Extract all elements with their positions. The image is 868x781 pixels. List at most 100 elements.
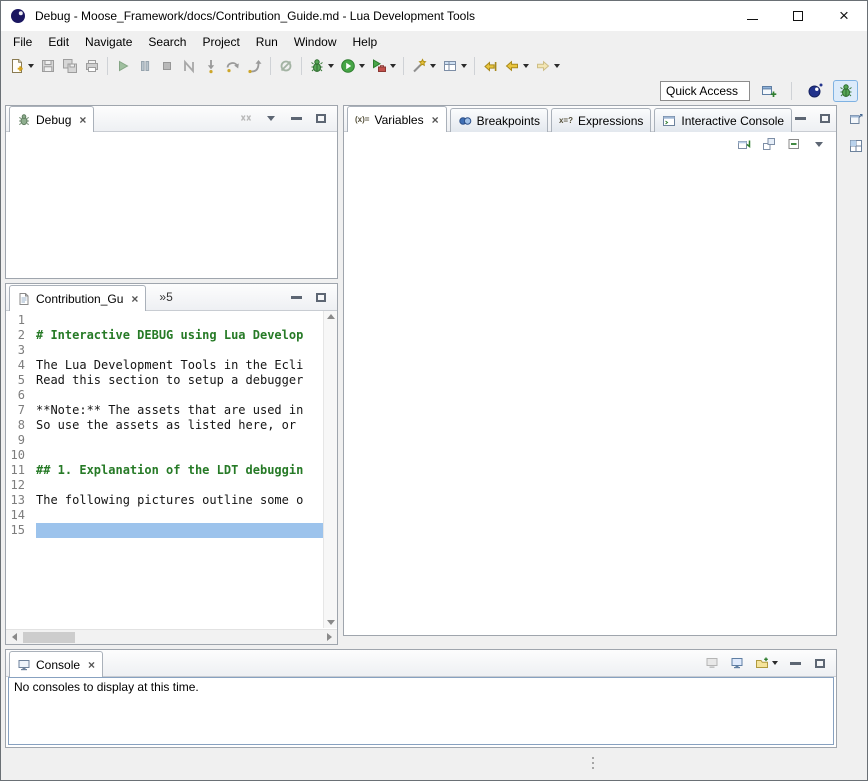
menu-edit[interactable]: Edit: [40, 32, 77, 52]
line-number: 13: [6, 493, 36, 508]
code-line[interactable]: 11## 1. Explanation of the LDT debuggin: [6, 463, 323, 478]
close-tab-icon[interactable]: ×: [131, 294, 138, 304]
code-area[interactable]: 1 2# Interactive DEBUG using Lua Develop…: [6, 311, 323, 628]
close-window-button[interactable]: ×: [821, 1, 867, 31]
code-line[interactable]: 1: [6, 313, 323, 328]
code-line[interactable]: 7**Note:** The assets that are used in: [6, 403, 323, 418]
code-line[interactable]: 3: [6, 343, 323, 358]
collapse-all-button[interactable]: [786, 136, 802, 152]
save-all-button[interactable]: [60, 56, 80, 76]
show-type-names-button[interactable]: [736, 136, 752, 152]
line-text: [36, 508, 323, 523]
step-over-button[interactable]: [223, 56, 243, 76]
close-tab-icon[interactable]: ×: [79, 115, 86, 125]
open-console-button[interactable]: [754, 655, 778, 671]
new-button[interactable]: [7, 56, 36, 76]
scroll-right-button[interactable]: [321, 633, 337, 641]
step-return-button[interactable]: [245, 56, 265, 76]
forward-button[interactable]: [533, 56, 562, 76]
minimize-window-button[interactable]: [729, 1, 775, 31]
display-selected-console-button[interactable]: [729, 655, 745, 671]
code-line[interactable]: 12: [6, 478, 323, 493]
menu-file[interactable]: File: [5, 32, 40, 52]
tab-label: Interactive Console: [681, 114, 784, 128]
remove-all-terminated-button[interactable]: [238, 110, 254, 126]
maximize-view-button[interactable]: [313, 110, 329, 126]
tab-expressions[interactable]: x=? Expressions: [551, 108, 651, 132]
code-line[interactable]: 14: [6, 508, 323, 523]
view-menu-button[interactable]: [811, 136, 827, 152]
code-line[interactable]: 4The Lua Development Tools in the Ecli: [6, 358, 323, 373]
scrollbar-thumb[interactable]: [23, 632, 75, 643]
terminate-button[interactable]: [157, 56, 177, 76]
maximize-icon: [316, 293, 326, 302]
tab-contribution-guide[interactable]: Contribution_Gu ×: [9, 285, 146, 311]
debug-perspective-button[interactable]: [833, 80, 858, 102]
tab-console[interactable]: Console ×: [9, 651, 103, 677]
maximize-window-button[interactable]: [775, 1, 821, 31]
code-line[interactable]: 13The following pictures outline some o: [6, 493, 323, 508]
open-task-button[interactable]: [440, 56, 469, 76]
suspend-button[interactable]: [135, 56, 155, 76]
maximize-view-button[interactable]: [812, 655, 828, 671]
code-line[interactable]: 2# Interactive DEBUG using Lua Develop: [6, 328, 323, 343]
skip-all-breakpoints-button[interactable]: [276, 56, 296, 76]
variables-content[interactable]: [344, 156, 836, 635]
minimize-view-button[interactable]: [288, 289, 304, 305]
hidden-editors-chevron[interactable]: »5: [154, 288, 177, 306]
tab-debug[interactable]: Debug ×: [9, 106, 94, 132]
maximize-view-button[interactable]: [313, 289, 329, 305]
code-line[interactable]: 8So use the assets as listed here, or: [6, 418, 323, 433]
restore-views-button[interactable]: [846, 109, 866, 129]
console-content[interactable]: No consoles to display at this time.: [8, 677, 834, 745]
minimized-view-grid-button[interactable]: [846, 136, 866, 156]
close-tab-icon[interactable]: ×: [88, 660, 95, 670]
maximize-view-button[interactable]: [817, 110, 833, 126]
line-text: [36, 388, 323, 403]
minimize-view-button[interactable]: [792, 110, 808, 126]
code-line[interactable]: 5Read this section to setup a debugger: [6, 373, 323, 388]
menu-window[interactable]: Window: [286, 32, 345, 52]
show-logical-structure-button[interactable]: [761, 136, 777, 152]
status-bar-sash-handle[interactable]: [592, 757, 594, 769]
variables-tab-bar: (x)= Variables × Breakpoints x=? Express…: [344, 106, 836, 132]
menu-project[interactable]: Project: [194, 32, 247, 52]
tab-interactive-console[interactable]: Interactive Console: [654, 108, 792, 132]
line-text: [36, 448, 323, 463]
toolbar-separator: [301, 57, 302, 75]
debug-view-content[interactable]: [6, 132, 337, 278]
save-button[interactable]: [38, 56, 58, 76]
resume-icon: [115, 58, 131, 74]
back-button[interactable]: [502, 56, 531, 76]
step-into-button[interactable]: [201, 56, 221, 76]
quick-access-input[interactable]: Quick Access: [660, 81, 750, 101]
scroll-left-button[interactable]: [6, 633, 22, 641]
menu-help[interactable]: Help: [345, 32, 386, 52]
view-menu-button[interactable]: [263, 110, 279, 126]
code-line-current[interactable]: 15: [6, 523, 323, 538]
minimize-view-button[interactable]: [288, 110, 304, 126]
last-edit-location-button[interactable]: [480, 56, 500, 76]
external-tools-button[interactable]: [369, 56, 398, 76]
resume-button[interactable]: [113, 56, 133, 76]
disconnect-button[interactable]: [179, 56, 199, 76]
menu-run[interactable]: Run: [248, 32, 286, 52]
close-tab-icon[interactable]: ×: [432, 115, 439, 125]
code-line[interactable]: 10: [6, 448, 323, 463]
tab-breakpoints[interactable]: Breakpoints: [450, 108, 548, 132]
editor-horizontal-scrollbar[interactable]: [6, 629, 337, 644]
code-line[interactable]: 6: [6, 388, 323, 403]
lua-perspective-button[interactable]: [802, 80, 827, 102]
clear-console-button[interactable]: [704, 655, 720, 671]
print-button[interactable]: [82, 56, 102, 76]
tab-variables[interactable]: (x)= Variables ×: [347, 106, 447, 132]
minimize-view-button[interactable]: [787, 655, 803, 671]
editor-vertical-scrollbar[interactable]: [323, 311, 337, 628]
new-wizard-button[interactable]: [409, 56, 438, 76]
open-perspective-button[interactable]: [756, 80, 781, 102]
menu-navigate[interactable]: Navigate: [77, 32, 140, 52]
code-line[interactable]: 9: [6, 433, 323, 448]
debug-button[interactable]: [307, 56, 336, 76]
run-button[interactable]: [338, 56, 367, 76]
menu-search[interactable]: Search: [140, 32, 194, 52]
